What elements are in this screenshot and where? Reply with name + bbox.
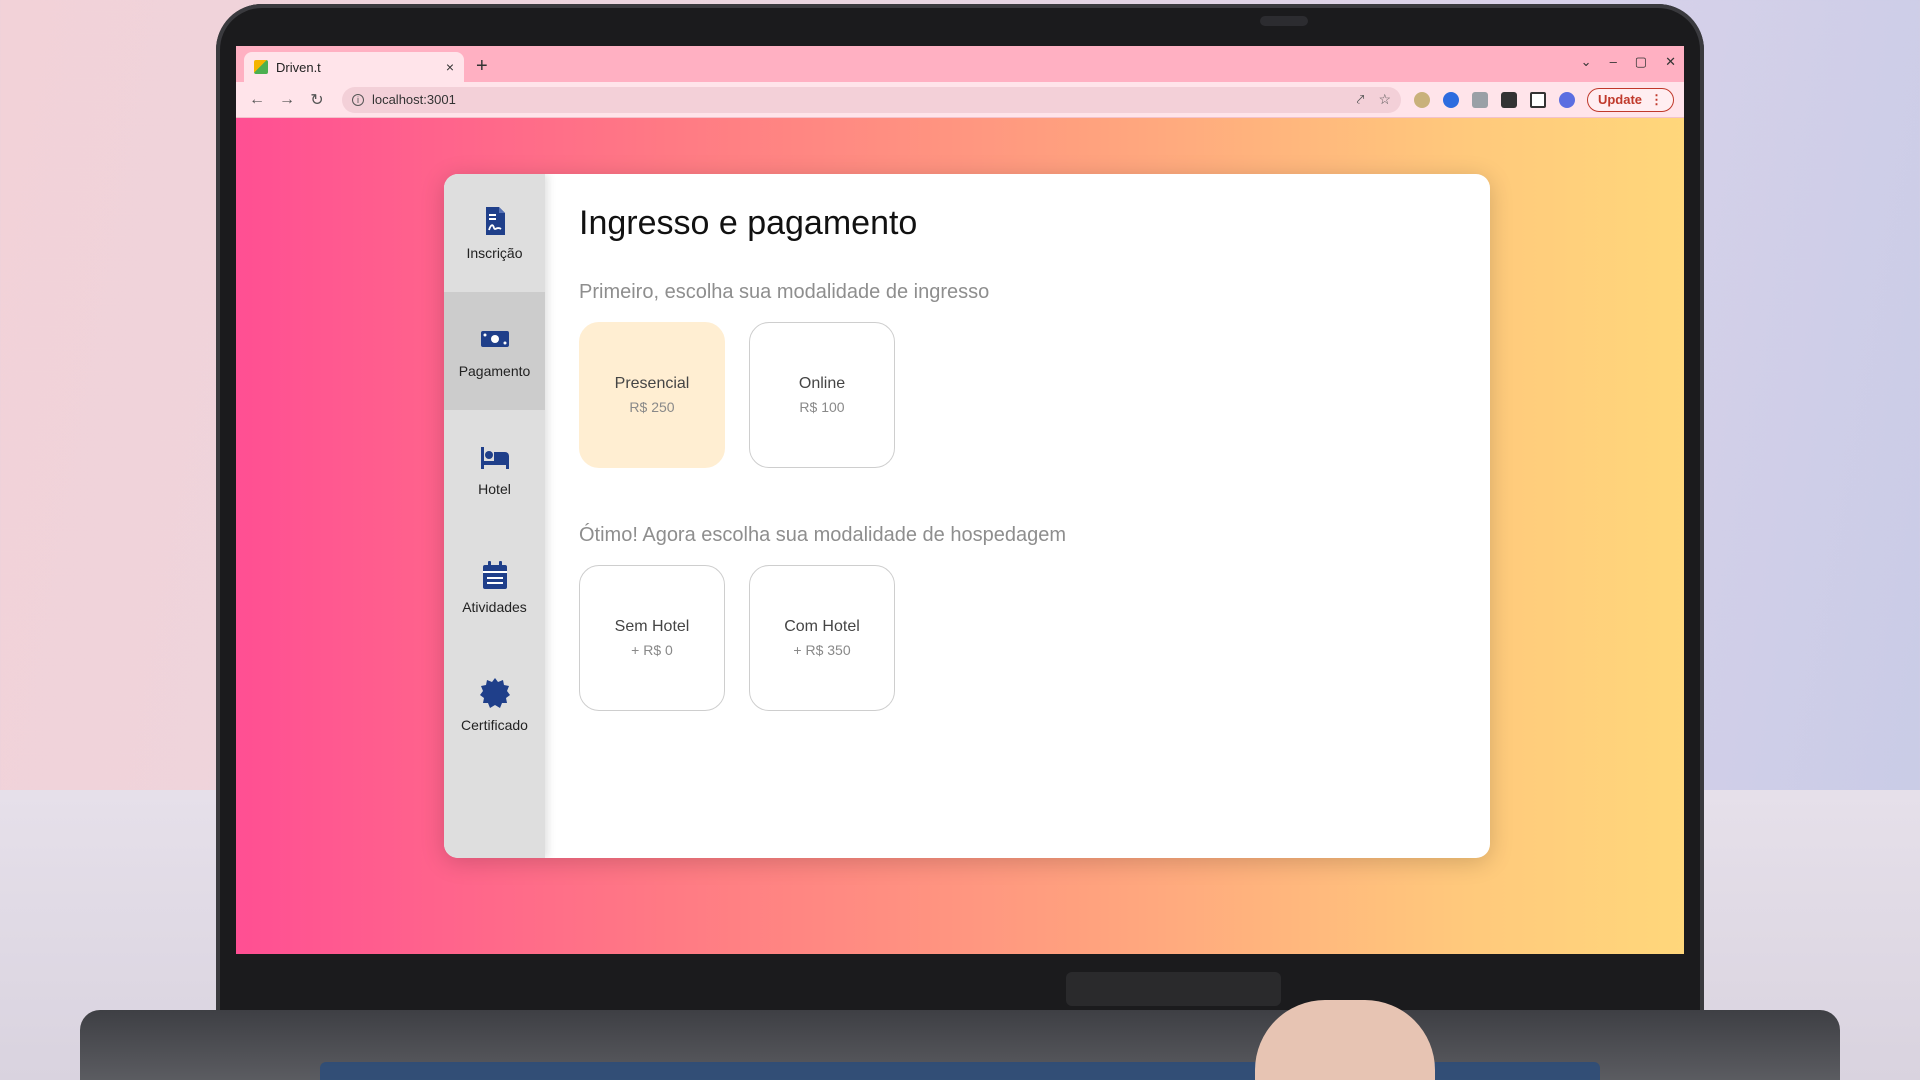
site-info-icon[interactable]: i — [351, 93, 364, 106]
tab-title: Driven.t — [276, 59, 321, 75]
sidebar-item-hotel[interactable]: Hotel — [444, 410, 545, 528]
hotel-options: Sem Hotel + R$ 0 Com Hotel + R$ 350 — [579, 565, 1456, 711]
address-bar[interactable]: i localhost:3001 ⤤ ☆ — [341, 86, 1402, 113]
option-name: Online — [798, 375, 846, 392]
calendar-icon — [482, 561, 507, 589]
sidebar-item-label: Inscrição — [466, 245, 523, 261]
app-card: Inscrição Pagamento Hotel Atividades Cer… — [444, 174, 1490, 858]
close-window-icon[interactable]: ✕ — [1665, 54, 1676, 70]
menu-dots-icon: ⋮ — [1650, 91, 1663, 107]
option-name: Com Hotel — [784, 618, 860, 635]
sidebar-item-certificado[interactable]: Certificado — [444, 646, 545, 764]
option-price: R$ 250 — [629, 399, 675, 415]
back-icon[interactable]: ← — [246, 89, 268, 111]
profile-avatar[interactable] — [1558, 91, 1575, 108]
main-content: Ingresso e pagamento Primeiro, escolha s… — [545, 174, 1490, 858]
sidebar-item-inscricao[interactable]: Inscrição — [444, 174, 545, 292]
ticket-section-label: Primeiro, escolha sua modalidade de ingr… — [579, 281, 990, 303]
ticket-option-online[interactable]: Online R$ 100 — [749, 322, 895, 468]
hotel-option-com-hotel[interactable]: Com Hotel + R$ 350 — [749, 565, 895, 711]
reload-icon[interactable]: ↻ — [306, 89, 328, 111]
certificate-icon — [479, 678, 510, 708]
tab-search-icon[interactable]: ⌄ — [1581, 54, 1592, 70]
option-price: + R$ 350 — [793, 642, 851, 658]
extension-icon[interactable] — [1472, 91, 1488, 108]
ticket-option-presencial[interactable]: Presencial R$ 250 — [579, 322, 725, 468]
bookmark-star-icon[interactable]: ☆ — [1378, 91, 1391, 108]
option-price: R$ 100 — [799, 399, 845, 415]
sidepanel-icon[interactable] — [1529, 91, 1546, 108]
browser-tab[interactable]: Driven.t × — [244, 52, 464, 82]
money-bill-icon — [480, 331, 509, 347]
laptop-hinge — [1066, 972, 1281, 1006]
file-signature-icon — [485, 207, 505, 235]
sidebar-item-label: Hotel — [478, 481, 511, 497]
camera-notch — [1260, 16, 1308, 26]
page-viewport: Inscrição Pagamento Hotel Atividades Cer… — [236, 118, 1684, 954]
sidebar-item-label: Pagamento — [458, 363, 531, 379]
sidebar-item-pagamento[interactable]: Pagamento — [444, 292, 545, 410]
window-controls: ⌄ – ▢ ✕ — [1581, 54, 1676, 70]
extension-icon[interactable] — [1414, 91, 1431, 108]
laptop-screen: Driven.t × + ⌄ – ▢ ✕ ← → ↻ i localhost:3… — [236, 46, 1684, 954]
extension-icon[interactable] — [1443, 91, 1459, 108]
browser-tabbar: Driven.t × + ⌄ – ▢ ✕ — [236, 46, 1684, 82]
sidebar-item-label: Certificado — [461, 717, 528, 733]
sidebar-item-atividades[interactable]: Atividades — [444, 528, 545, 646]
update-label: Update — [1597, 92, 1642, 107]
hotel-option-sem-hotel[interactable]: Sem Hotel + R$ 0 — [579, 565, 725, 711]
browser-toolbar: ← → ↻ i localhost:3001 ⤤ ☆ Update ⋮ — [236, 82, 1684, 118]
new-tab-button[interactable]: + — [476, 55, 488, 78]
puzzle-icon[interactable] — [1500, 91, 1517, 108]
minimize-icon[interactable]: – — [1610, 54, 1617, 70]
tab-close-icon[interactable]: × — [446, 59, 454, 75]
option-price: + R$ 0 — [631, 642, 673, 658]
option-name: Presencial — [614, 375, 690, 392]
ticket-options: Presencial R$ 250 Online R$ 100 — [579, 322, 1456, 468]
bed-icon — [480, 447, 509, 469]
hotel-section-label: Ótimo! Agora escolha sua modalidade de h… — [579, 524, 1066, 546]
maximize-icon[interactable]: ▢ — [1635, 54, 1647, 70]
url-text[interactable]: localhost:3001 — [372, 92, 1343, 107]
update-button[interactable]: Update ⋮ — [1586, 87, 1674, 112]
option-name: Sem Hotel — [614, 618, 690, 635]
share-icon[interactable]: ⤤ — [1357, 91, 1365, 108]
favicon-icon — [254, 60, 268, 74]
sidebar: Inscrição Pagamento Hotel Atividades Cer… — [444, 174, 545, 858]
forward-icon[interactable]: → — [276, 89, 298, 111]
sidebar-item-label: Atividades — [462, 599, 527, 615]
page-title: Ingresso e pagamento — [579, 204, 918, 242]
